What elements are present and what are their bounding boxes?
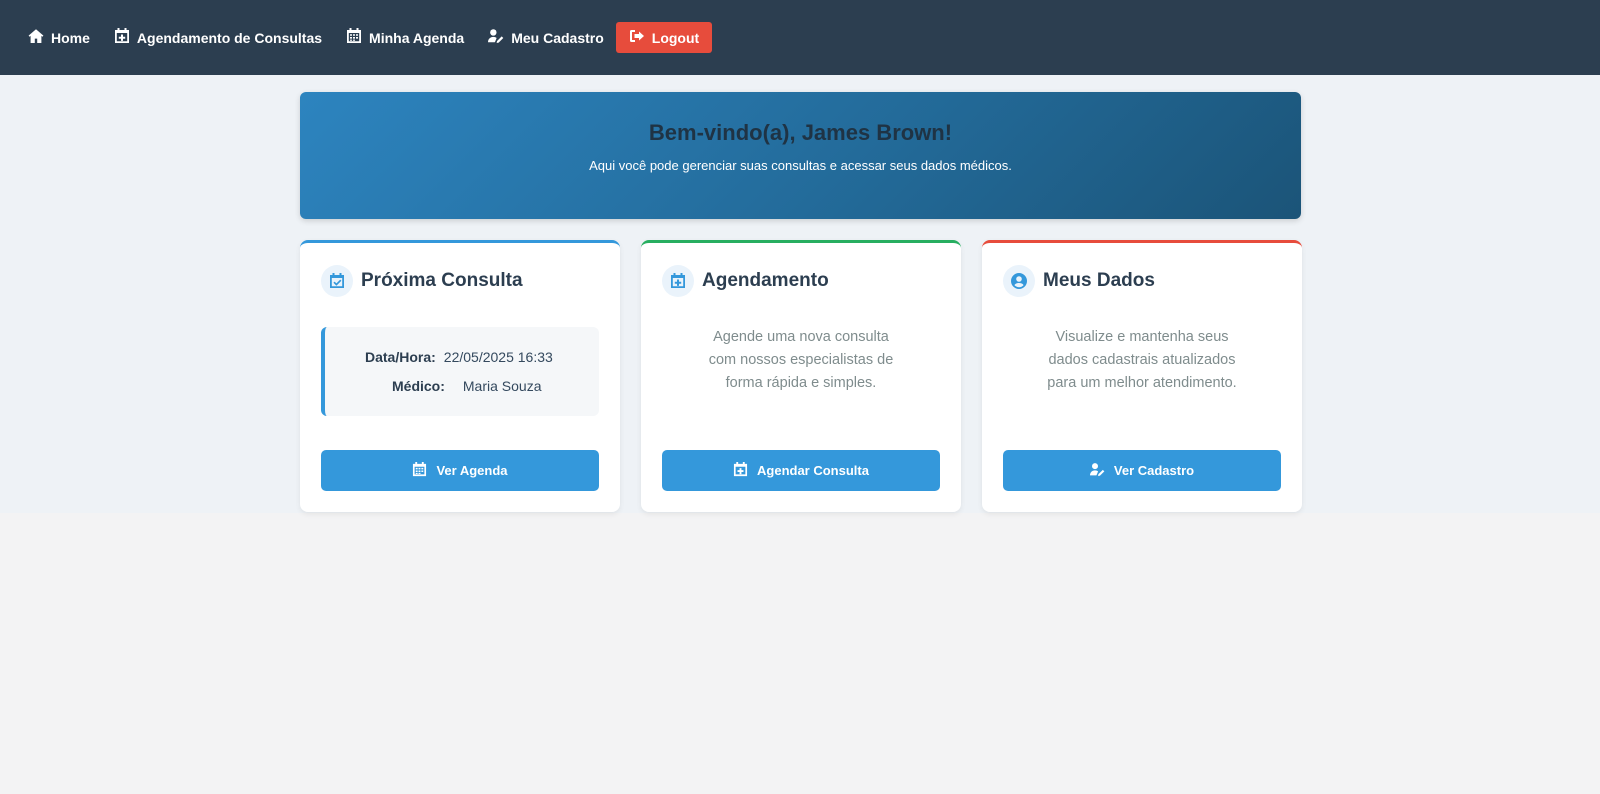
user-edit-icon <box>1089 462 1105 480</box>
welcome-title: Bem-vindo(a), James Brown! <box>648 120 953 145</box>
card-title: Meus Dados <box>1043 270 1155 291</box>
ver-agenda-button[interactable]: Ver Agenda <box>321 450 599 491</box>
calendar-icon <box>346 28 362 47</box>
appointment-doctor-row: Médico: Maria Souza <box>392 378 541 394</box>
nav-minha-agenda[interactable]: Minha Agenda <box>346 23 464 53</box>
logout-button[interactable]: Logout <box>615 22 713 53</box>
calendar-plus-icon <box>662 265 694 297</box>
top-navbar: Home Agendamento de Consultas Minha Agen… <box>0 0 1600 75</box>
card-title: Próxima Consulta <box>361 270 523 291</box>
agendar-consulta-button[interactable]: Agendar Consulta <box>662 450 940 491</box>
card-description: Agende uma nova consulta com nossos espe… <box>641 326 961 395</box>
nav-agendamento-label: Agendamento de Consultas <box>136 29 323 46</box>
ver-cadastro-label: Ver Cadastro <box>1113 463 1195 478</box>
ver-agenda-label: Ver Agenda <box>436 463 508 478</box>
nav-agendamento[interactable]: Agendamento de Consultas <box>114 23 322 53</box>
calendar-icon <box>412 461 427 480</box>
ver-cadastro-button[interactable]: Ver Cadastro <box>1003 450 1281 491</box>
home-icon <box>28 28 44 47</box>
user-edit-icon <box>488 28 504 47</box>
welcome-banner: Bem-vindo(a), James Brown! Aqui você pod… <box>300 92 1301 219</box>
calendar-plus-icon <box>733 461 748 480</box>
date-value: 22/05/2025 16:33 <box>443 349 553 365</box>
description-line: Agende uma nova consulta <box>713 329 889 345</box>
doctor-label: Médico: <box>392 378 445 394</box>
date-label: Data/Hora: <box>365 349 436 365</box>
user-circle-icon <box>1003 265 1035 297</box>
description-line: com nossos especialistas de <box>708 352 894 368</box>
nav-home-label: Home <box>51 29 90 46</box>
card-agendamento: Agendamento Agende uma nova consulta com… <box>641 240 961 512</box>
card-header: Meus Dados <box>1003 265 1155 297</box>
description-line: para um melhor atendimento. <box>1047 375 1237 391</box>
card-header: Próxima Consulta <box>321 265 523 297</box>
card-description: Visualize e mantenha seus dados cadastra… <box>982 326 1302 395</box>
appointment-info-box: Data/Hora: 22/05/2025 16:33 Médico: Mari… <box>321 327 599 416</box>
nav-meu-cadastro-label: Meu Cadastro <box>511 29 604 46</box>
doctor-value: Maria Souza <box>462 378 542 394</box>
agendar-consulta-label: Agendar Consulta <box>757 463 869 478</box>
calendar-check-icon <box>321 265 353 297</box>
calendar-plus-icon <box>114 28 130 47</box>
description-line: dados cadastrais atualizados <box>1048 352 1236 368</box>
description-line: forma rápida e simples. <box>725 375 877 391</box>
nav-home[interactable]: Home <box>28 23 90 53</box>
card-meus-dados: Meus Dados Visualize e mantenha seus dad… <box>982 240 1302 512</box>
appointment-date-row: Data/Hora: 22/05/2025 16:33 <box>365 349 553 365</box>
nav-meu-cadastro[interactable]: Meu Cadastro <box>488 23 604 53</box>
card-proxima-consulta: Próxima Consulta Data/Hora: 22/05/2025 1… <box>300 240 620 512</box>
sign-out-icon <box>629 28 645 47</box>
description-line: Visualize e mantenha seus <box>1055 329 1229 345</box>
logout-label: Logout <box>651 29 700 46</box>
card-title: Agendamento <box>702 270 829 291</box>
card-header: Agendamento <box>662 265 829 297</box>
welcome-subtitle: Aqui você pode gerenciar suas consultas … <box>589 158 1012 173</box>
nav-minha-agenda-label: Minha Agenda <box>369 29 465 46</box>
